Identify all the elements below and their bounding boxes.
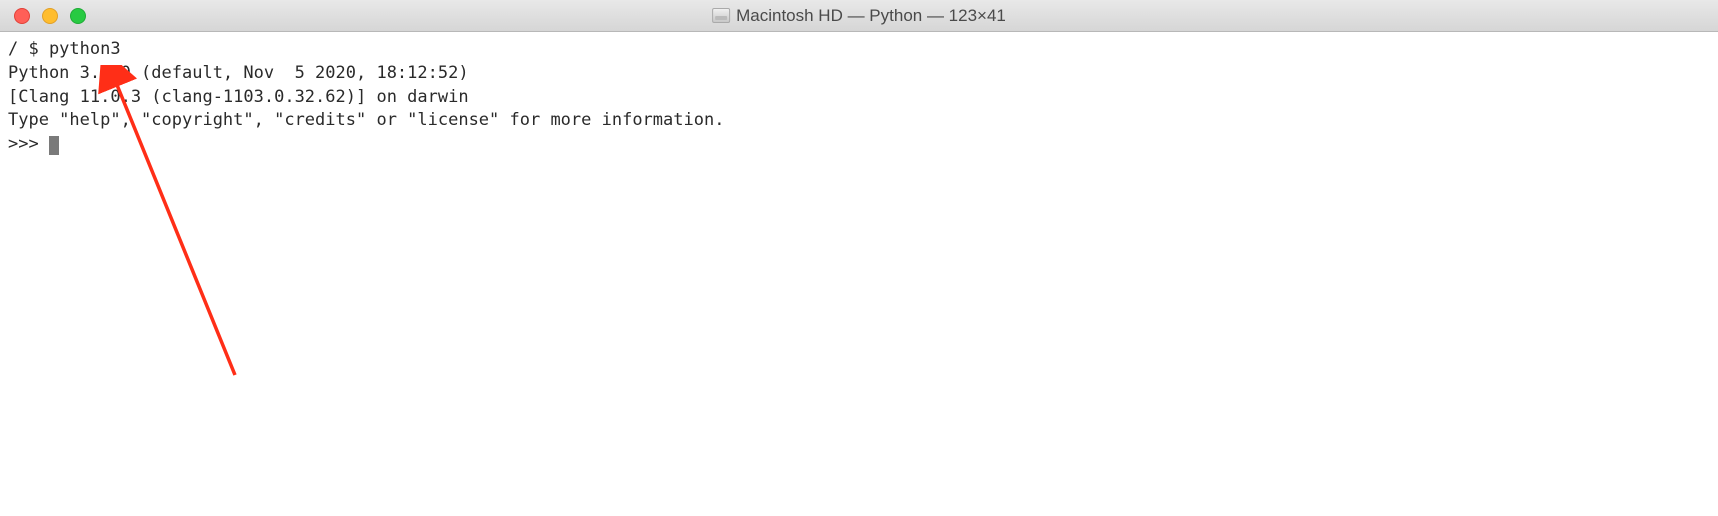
- window-title: Macintosh HD — Python — 123×41: [712, 6, 1006, 26]
- terminal-prompt: >>>: [8, 134, 49, 154]
- close-button[interactable]: [14, 8, 30, 24]
- maximize-button[interactable]: [70, 8, 86, 24]
- terminal-prompt-line: >>>: [8, 133, 1710, 157]
- window-title-text: Macintosh HD — Python — 123×41: [736, 6, 1006, 26]
- disk-icon: [712, 8, 730, 23]
- terminal-cursor: [49, 136, 59, 155]
- terminal-line-compiler: [Clang 11.0.3 (clang-1103.0.32.62)] on d…: [8, 86, 1710, 110]
- terminal-line-command: / $ python3: [8, 38, 1710, 62]
- window-titlebar: Macintosh HD — Python — 123×41: [0, 0, 1718, 32]
- terminal-line-version: Python 3.9.0 (default, Nov 5 2020, 18:12…: [8, 62, 1710, 86]
- traffic-lights: [0, 8, 86, 24]
- terminal-content[interactable]: / $ python3Python 3.9.0 (default, Nov 5 …: [0, 32, 1718, 163]
- terminal-line-help: Type "help", "copyright", "credits" or "…: [8, 109, 1710, 133]
- minimize-button[interactable]: [42, 8, 58, 24]
